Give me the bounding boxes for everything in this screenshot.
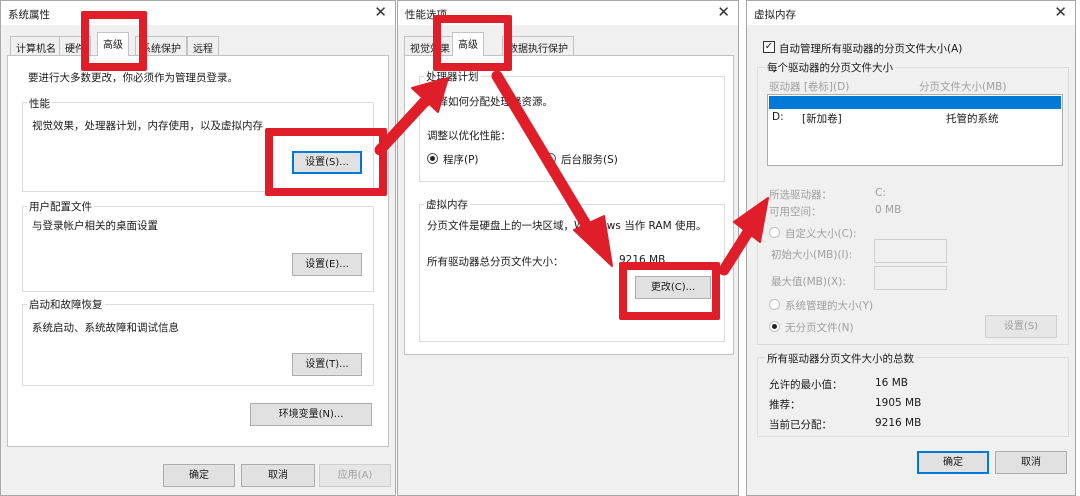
environment-variables-button[interactable]: 环境变量(N)... (250, 403, 372, 426)
drive-row-selected[interactable]: C: 托管的系统 (769, 96, 1061, 110)
min-allowed-value: 16 MB (875, 377, 908, 389)
startup-recovery-label: 启动和故障恢复 (27, 297, 105, 312)
initial-size-input[interactable] (874, 239, 947, 263)
auto-manage-label[interactable]: 自动管理所有驱动器的分页文件大小(A) (779, 41, 962, 56)
highlight-advanced-tab-1 (81, 11, 147, 71)
system-properties-dialog: 系统属性 ✕ 计算机名 硬件 高级 系统保护 远程 要进行大多数更改，你必须作为… (0, 0, 396, 496)
startup-recovery-settings-button[interactable]: 设置(T)... (292, 353, 362, 376)
column-drive-header: 驱动器 [卷标](D) (769, 81, 850, 93)
performance-options-dialog: 性能选项 ✕ 视觉效果 高级 数据执行保护 处理器计划 选择如何分配处理器资源。… (397, 0, 739, 496)
max-size-input[interactable] (874, 266, 947, 290)
close-icon[interactable]: ✕ (717, 3, 730, 21)
title-bar[interactable]: 虚拟内存 ✕ (747, 1, 1075, 25)
ok-button[interactable]: 确定 (917, 451, 989, 474)
custom-size-radio[interactable] (769, 227, 780, 238)
column-size-header: 分页文件大小(MB) (919, 81, 1007, 93)
currently-allocated-value: 9216 MB (875, 417, 922, 429)
min-allowed-label: 允许的最小值： (769, 379, 843, 391)
max-size-label: 最大值(MB)(X): (771, 276, 846, 288)
per-drive-label: 每个驱动器的分页文件大小 (765, 60, 895, 75)
highlight-change-button (619, 262, 720, 320)
tab-dep[interactable]: 数据执行保护 (502, 36, 574, 55)
totals-label: 所有驱动器分页文件大小的总数 (765, 351, 916, 366)
programs-label[interactable]: 程序(P) (443, 152, 479, 167)
user-profile-label: 用户配置文件 (27, 199, 94, 214)
drive-volume-label: [新加卷] (802, 113, 842, 125)
custom-size-label[interactable]: 自定义大小(C): (785, 226, 857, 241)
drive-size: 托管的系统 (946, 113, 999, 125)
recommended-label: 推荐： (769, 399, 801, 411)
dialog-title: 系统属性 (8, 9, 50, 21)
system-managed-label[interactable]: 系统管理的大小(Y) (785, 298, 873, 313)
selected-drive-label: 所选驱动器： (769, 189, 832, 201)
drive-letter: C: (773, 96, 784, 108)
tab-computer-name[interactable]: 计算机名 (10, 36, 62, 55)
auto-manage-checkbox[interactable]: ✓ (763, 41, 775, 53)
system-managed-radio[interactable] (769, 299, 780, 310)
services-radio[interactable] (545, 153, 556, 164)
startup-recovery-desc: 系统启动、系统故障和调试信息 (32, 322, 179, 334)
admin-note: 要进行大多数更改，你必须作为管理员登录。 (28, 72, 238, 84)
close-icon[interactable]: ✕ (374, 3, 387, 21)
performance-label: 性能 (27, 96, 52, 111)
set-button[interactable]: 设置(S) (985, 315, 1057, 338)
total-paging-label: 所有驱动器总分页文件大小： (427, 256, 564, 268)
drive-list[interactable]: C: 托管的系统 D: [新加卷] 托管的系统 (767, 94, 1063, 166)
currently-allocated-label: 当前已分配： (769, 419, 832, 431)
scheduler-desc: 选择如何分配处理器资源。 (427, 96, 553, 108)
virtual-memory-label: 虚拟内存 (424, 197, 470, 212)
virtual-memory-dialog: 虚拟内存 ✕ ✓ 自动管理所有驱动器的分页文件大小(A) 每个驱动器的分页文件大… (746, 0, 1076, 496)
user-profile-desc: 与登录帐户相关的桌面设置 (32, 220, 158, 232)
no-paging-label[interactable]: 无分页文件(N) (785, 320, 854, 335)
highlight-settings-button (265, 128, 387, 196)
cancel-button[interactable]: 取消 (241, 464, 315, 487)
free-space-label: 可用空间： (769, 206, 822, 218)
highlight-advanced-tab-2 (433, 15, 512, 71)
apply-button[interactable]: 应用(A) (319, 464, 391, 487)
services-label[interactable]: 后台服务(S) (561, 152, 618, 167)
title-bar[interactable]: 系统属性 ✕ (1, 1, 395, 25)
tab-remote[interactable]: 远程 (187, 36, 219, 55)
user-profile-settings-button[interactable]: 设置(E)... (292, 253, 362, 276)
initial-size-label: 初始大小(MB)(I): (771, 249, 853, 261)
scheduler-label: 处理器计划 (424, 69, 481, 84)
dialog-title: 虚拟内存 (754, 9, 796, 21)
cancel-button[interactable]: 取消 (995, 451, 1067, 474)
no-paging-radio[interactable] (769, 321, 780, 332)
drive-letter: D: (772, 111, 784, 123)
ok-button[interactable]: 确定 (163, 464, 235, 487)
drive-size: 托管的系统 (947, 98, 1000, 110)
virtual-memory-desc: 分页文件是硬盘上的一块区域，Windows 当作 RAM 使用。 (427, 220, 707, 232)
free-space-value: 0 MB (875, 204, 902, 216)
scheduler-adjust-label: 调整以优化性能： (427, 130, 511, 142)
selected-drive-value: C: (875, 187, 886, 199)
close-icon[interactable]: ✕ (1054, 3, 1067, 21)
tab-pane: 要进行大多数更改，你必须作为管理员登录。 性能 视觉效果，处理器计划，内存使用，… (7, 55, 389, 447)
programs-radio[interactable] (427, 153, 438, 164)
recommended-value: 1905 MB (875, 397, 922, 409)
performance-desc: 视觉效果，处理器计划，内存使用，以及虚拟内存 (32, 120, 263, 132)
